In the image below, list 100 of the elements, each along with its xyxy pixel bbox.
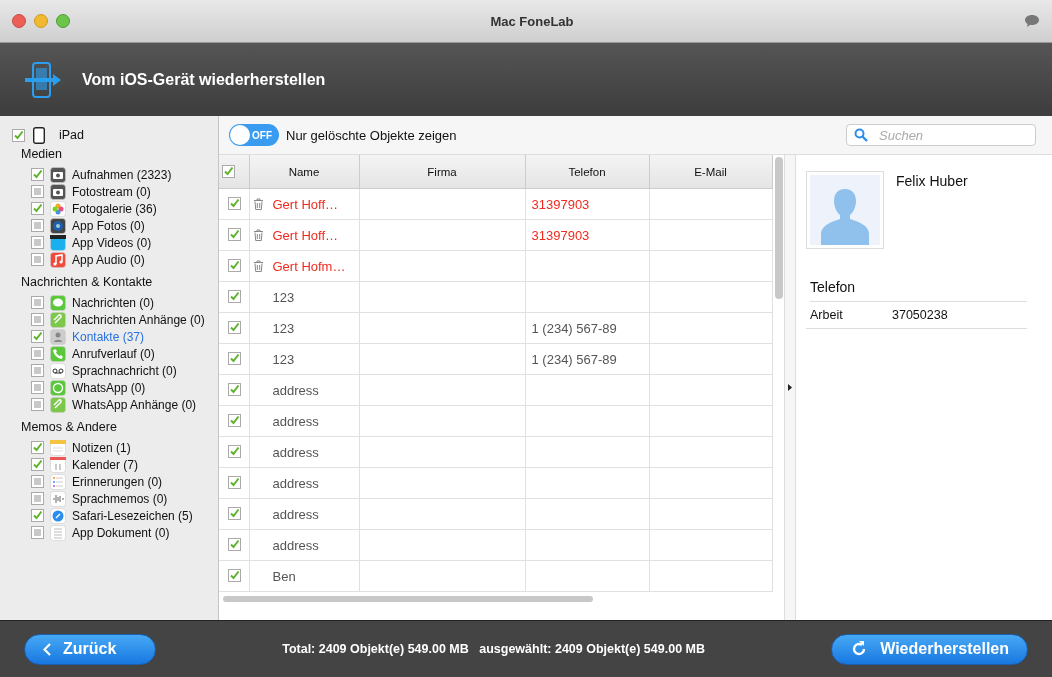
category-item[interactable]: Aufnahmen (2323) — [72, 167, 172, 182]
checkbox[interactable] — [31, 509, 44, 522]
table-cell: Gert Hofm… — [272, 258, 346, 274]
contact-card-icon — [50, 328, 66, 345]
table-cell: 123 — [272, 320, 295, 336]
page-title: Vom iOS-Gerät wiederherstellen — [82, 70, 326, 89]
category-item[interactable]: Anrufverlauf (0) — [72, 346, 155, 361]
category-item[interactable]: Fotostream (0) — [72, 184, 151, 199]
compass-icon — [50, 507, 66, 524]
speech-bubble-icon[interactable] — [1024, 14, 1040, 28]
table-cell: Ben — [272, 568, 296, 584]
checkbox[interactable] — [31, 492, 44, 505]
checkbox[interactable] — [31, 347, 44, 360]
table-cell: Gert Hoff… — [272, 227, 338, 243]
minimize-button[interactable] — [34, 14, 48, 28]
category-item[interactable]: WhatsApp (0) — [72, 380, 146, 395]
window-title: Mac FoneLab — [489, 13, 575, 29]
table-cell: 1 (234) 567-89 — [531, 351, 617, 367]
table-cell: address — [272, 537, 319, 553]
document-icon — [50, 524, 66, 541]
checkbox[interactable] — [31, 398, 44, 411]
checkbox[interactable] — [222, 164, 235, 178]
checkbox[interactable] — [228, 413, 241, 427]
close-button[interactable] — [12, 14, 26, 28]
category-item[interactable]: Nachrichten (0) — [72, 295, 155, 310]
category-item[interactable]: Kalender (7) — [72, 457, 139, 472]
checkbox[interactable] — [31, 526, 44, 539]
checkbox[interactable] — [31, 168, 44, 181]
checkbox[interactable] — [31, 330, 44, 343]
column-header[interactable]: Telefon — [525, 155, 649, 189]
group-heading: Memos & Andere — [21, 420, 118, 434]
category-item[interactable]: App Videos (0) — [72, 235, 152, 250]
column-header[interactable]: Firma — [359, 155, 525, 189]
checkbox[interactable] — [31, 364, 44, 377]
checkbox[interactable] — [31, 185, 44, 198]
search-field[interactable]: Suchen — [846, 124, 1036, 146]
checkbox[interactable] — [228, 382, 241, 396]
checkbox[interactable] — [228, 506, 241, 520]
checkbox[interactable] — [228, 444, 241, 458]
checkbox[interactable] — [31, 458, 44, 471]
column-header[interactable]: Name — [249, 155, 359, 189]
tablet-icon — [33, 126, 45, 144]
checkbox[interactable] — [228, 320, 241, 334]
table-cell: address — [272, 506, 319, 522]
category-item[interactable]: Sprachnachricht (0) — [72, 363, 177, 378]
category-item[interactable]: Kontakte (37) — [72, 329, 145, 344]
table-cell: address — [272, 413, 319, 429]
contact-name: Felix Huber — [896, 172, 968, 191]
column-header[interactable]: E-Mail — [649, 155, 772, 189]
zoom-button[interactable] — [56, 14, 70, 28]
checkbox[interactable] — [228, 568, 241, 582]
checkbox[interactable] — [228, 475, 241, 489]
category-item[interactable]: Sprachmemos (0) — [72, 491, 168, 506]
status-text: Total: 2409 Objekt(e) 549.00 MB ausgewählt: 2409 Objekt(e) 549.00 MB — [281, 642, 706, 656]
checkbox[interactable] — [31, 202, 44, 215]
checkbox[interactable] — [228, 537, 241, 551]
waveform-icon — [50, 490, 66, 507]
camera-icon — [50, 166, 66, 183]
checkbox[interactable] — [228, 196, 241, 210]
music-note-icon — [50, 251, 66, 268]
checkbox[interactable] — [31, 236, 44, 249]
category-item[interactable]: App Fotos (0) — [72, 218, 145, 233]
checkbox[interactable] — [228, 258, 241, 272]
horizontal-scrollbar[interactable] — [223, 596, 593, 602]
checkbox[interactable] — [31, 441, 44, 454]
checkbox[interactable] — [31, 313, 44, 326]
category-item[interactable]: Nachrichten Anhänge (0) — [72, 312, 205, 327]
category-item[interactable]: Safari-Lesezeichen (5) — [72, 508, 193, 523]
category-item[interactable]: App Dokument (0) — [72, 525, 170, 540]
checkbox[interactable] — [31, 253, 44, 266]
checkbox[interactable] — [228, 227, 241, 241]
checkbox[interactable] — [228, 289, 241, 303]
expand-arrow-icon[interactable] — [788, 384, 792, 391]
checkbox[interactable] — [12, 128, 25, 142]
checkbox[interactable] — [31, 219, 44, 232]
category-item[interactable]: WhatsApp Anhänge (0) — [72, 397, 197, 412]
notepad-icon — [50, 439, 66, 456]
chevron-left-icon — [43, 642, 51, 656]
table-cell: 123 — [272, 351, 295, 367]
toggle-label: Nur gelöschte Objekte zeigen — [286, 127, 457, 143]
vertical-scrollbar[interactable] — [775, 157, 783, 299]
table-cell: address — [272, 382, 319, 398]
paperclip-icon — [50, 311, 66, 328]
checkbox[interactable] — [31, 296, 44, 309]
camera-icon — [50, 183, 66, 200]
category-item[interactable]: Erinnerungen (0) — [72, 474, 163, 489]
category-item[interactable]: Notizen (1) — [72, 440, 131, 455]
checkbox[interactable] — [31, 381, 44, 394]
chat-icon — [50, 379, 66, 396]
table-cell: 123 — [272, 289, 295, 305]
group-heading: Nachrichten & Kontakte — [21, 275, 154, 289]
table-cell: address — [272, 475, 319, 491]
field-value: 37050238 — [892, 308, 948, 322]
checkbox[interactable] — [228, 351, 241, 365]
checkbox[interactable] — [31, 475, 44, 488]
group-heading: Medien — [21, 147, 63, 161]
section-heading: Telefon — [810, 279, 1027, 302]
device-label[interactable]: iPad — [59, 128, 85, 142]
category-item[interactable]: App Audio (0) — [72, 252, 145, 267]
category-item[interactable]: Fotogalerie (36) — [72, 201, 157, 216]
